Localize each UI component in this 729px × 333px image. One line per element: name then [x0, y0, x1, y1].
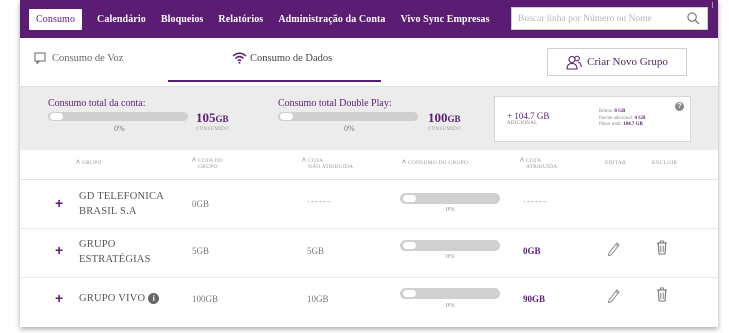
- double-play-usage-percent: 0%: [344, 124, 355, 133]
- group-name[interactable]: GRUPO ESTRATÉGIAS: [79, 237, 151, 267]
- col-header-cota-atribuida[interactable]: ^ COTA ATRIBUÍDA: [520, 156, 557, 171]
- account-total-title: Consumo total da conta:: [48, 98, 146, 109]
- search-box: [511, 7, 708, 30]
- tab-consumo-dados[interactable]: Consumo de Dados: [232, 52, 332, 64]
- create-group-button[interactable]: Criar Novo Grupo: [547, 48, 687, 76]
- cota-nao-atribuida-value: ------: [307, 196, 331, 206]
- group-name[interactable]: GD TELEFONICA BRASIL S.A: [79, 189, 164, 219]
- col-header-consumo-grupo[interactable]: ^ CONSUMO DO GRUPO: [402, 158, 468, 167]
- account-consumed-value: 105GB: [196, 110, 229, 125]
- trash-icon[interactable]: [656, 240, 668, 255]
- nav-administracao[interactable]: Administração da Conta: [278, 14, 385, 25]
- double-play-title: Consumo total Double Play:: [278, 98, 392, 109]
- info-icon[interactable]: i: [148, 293, 160, 304]
- tab-consumo-voz-label: Consumo de Voz: [52, 52, 124, 64]
- double-play-consumed-value: 100GB: [428, 110, 461, 125]
- top-nav: Consumo Calendário Bloqueios Relatórios …: [20, 0, 718, 38]
- cota-nao-atribuida-value: 10GB: [307, 294, 329, 304]
- col-header-editar: EDITAR: [605, 160, 626, 166]
- plan-info-box: + 104.7 GB ADICIONAL Bônus: 0 GB Pacote …: [494, 96, 691, 142]
- consumption-summary: Consumo total da conta: 0% 105GB CONSUMI…: [20, 86, 718, 150]
- nav-bloqueios[interactable]: Bloqueios: [161, 14, 204, 25]
- tab-consumo-voz[interactable]: Consumo de Voz: [34, 52, 123, 64]
- table-row: + GD TELEFONICA BRASIL S.A 0GB ------ 0% …: [20, 181, 718, 229]
- active-tab-indicator: [168, 80, 381, 82]
- group-name[interactable]: GRUPO VIVO i: [79, 291, 160, 306]
- cota-nao-atribuida-value: 5GB: [307, 246, 325, 256]
- search-icon[interactable]: [687, 12, 700, 25]
- col-header-grupo[interactable]: ^ GRUPO: [76, 158, 102, 167]
- table-header: ^ GRUPO ^ COTA DO GRUPO ^ COTA NÃO ATRIBUÍDA …: [20, 150, 718, 180]
- sort-caret-icon: ^: [302, 156, 306, 165]
- group-usage-percent: 0%: [446, 253, 455, 260]
- nav-calendario[interactable]: Calendário: [97, 14, 146, 25]
- nav-relatorios[interactable]: Relatórios: [218, 14, 263, 25]
- cota-atribuida-value: 90GB: [523, 294, 546, 304]
- group-usage-percent: 0%: [446, 206, 455, 213]
- expand-row-icon[interactable]: +: [55, 290, 63, 306]
- expand-row-icon[interactable]: +: [55, 242, 63, 258]
- help-icon[interactable]: ?: [675, 102, 684, 111]
- nav-vivo-sync[interactable]: Vivo Sync Empresas: [401, 14, 490, 25]
- search-input[interactable]: [518, 13, 683, 24]
- col-header-cota-nao-atribuida[interactable]: ^ COTA NÃO ATRIBUÍDA: [302, 156, 353, 171]
- group-usage-bar: [400, 240, 500, 251]
- sort-caret-icon: ^: [76, 158, 80, 167]
- sort-caret-icon: ^: [402, 158, 406, 167]
- account-usage-percent: 0%: [114, 124, 125, 133]
- group-usage-bar: [400, 288, 500, 299]
- tab-consumo-dados-label: Consumo de Dados: [250, 52, 333, 64]
- edit-pencil-icon[interactable]: [606, 287, 620, 303]
- app-frame: Consumo Calendário Bloqueios Relatórios …: [20, 0, 718, 327]
- table-row: + GRUPO ESTRATÉGIAS 5GB 5GB 0% 0GB: [20, 230, 718, 278]
- tab-row: Consumo de Voz Consumo de Dados Criar No…: [20, 38, 718, 86]
- account-usage-bar: [48, 112, 188, 121]
- divider: [712, 2, 713, 8]
- account-consumed-caption: CONSUMIDO: [196, 127, 229, 132]
- plan-detail-line: Plano total: 104.7 GB: [599, 122, 643, 127]
- expand-row-icon[interactable]: +: [55, 195, 63, 211]
- sort-caret-icon: ^: [192, 156, 196, 165]
- sort-caret-icon: ^: [520, 156, 524, 165]
- table-row: + GRUPO VIVO i 100GB 10GB 0% 90GB: [20, 279, 718, 327]
- double-play-usage-bar: [278, 112, 418, 121]
- edit-pencil-icon[interactable]: [606, 240, 620, 256]
- group-usage-bar: [400, 193, 500, 204]
- group-usage-percent: 0%: [446, 302, 455, 309]
- cota-atribuida-value: ------: [523, 196, 547, 206]
- col-header-excluir: EXCLUIR: [652, 160, 678, 166]
- chat-icon: [34, 52, 46, 64]
- users-icon: [566, 55, 582, 70]
- double-play-consumed-caption: CONSUMIDO: [428, 127, 461, 132]
- cota-atribuida-value: 0GB: [523, 246, 541, 256]
- wifi-icon: [232, 52, 247, 64]
- additional-data: + 104.7 GB ADICIONAL: [507, 111, 550, 126]
- cota-grupo-value: 0GB: [192, 199, 210, 209]
- plan-details: Bônus: 0 GB Pacote adicional: 4 GB Plano…: [599, 109, 646, 129]
- trash-icon[interactable]: [656, 287, 668, 302]
- create-group-label: Criar Novo Grupo: [587, 56, 668, 68]
- col-header-cota-grupo[interactable]: ^ COTA DO GRUPO: [192, 156, 223, 171]
- nav-consumo[interactable]: Consumo: [29, 8, 83, 30]
- cota-grupo-value: 5GB: [192, 246, 210, 256]
- cota-grupo-value: 100GB: [192, 294, 219, 304]
